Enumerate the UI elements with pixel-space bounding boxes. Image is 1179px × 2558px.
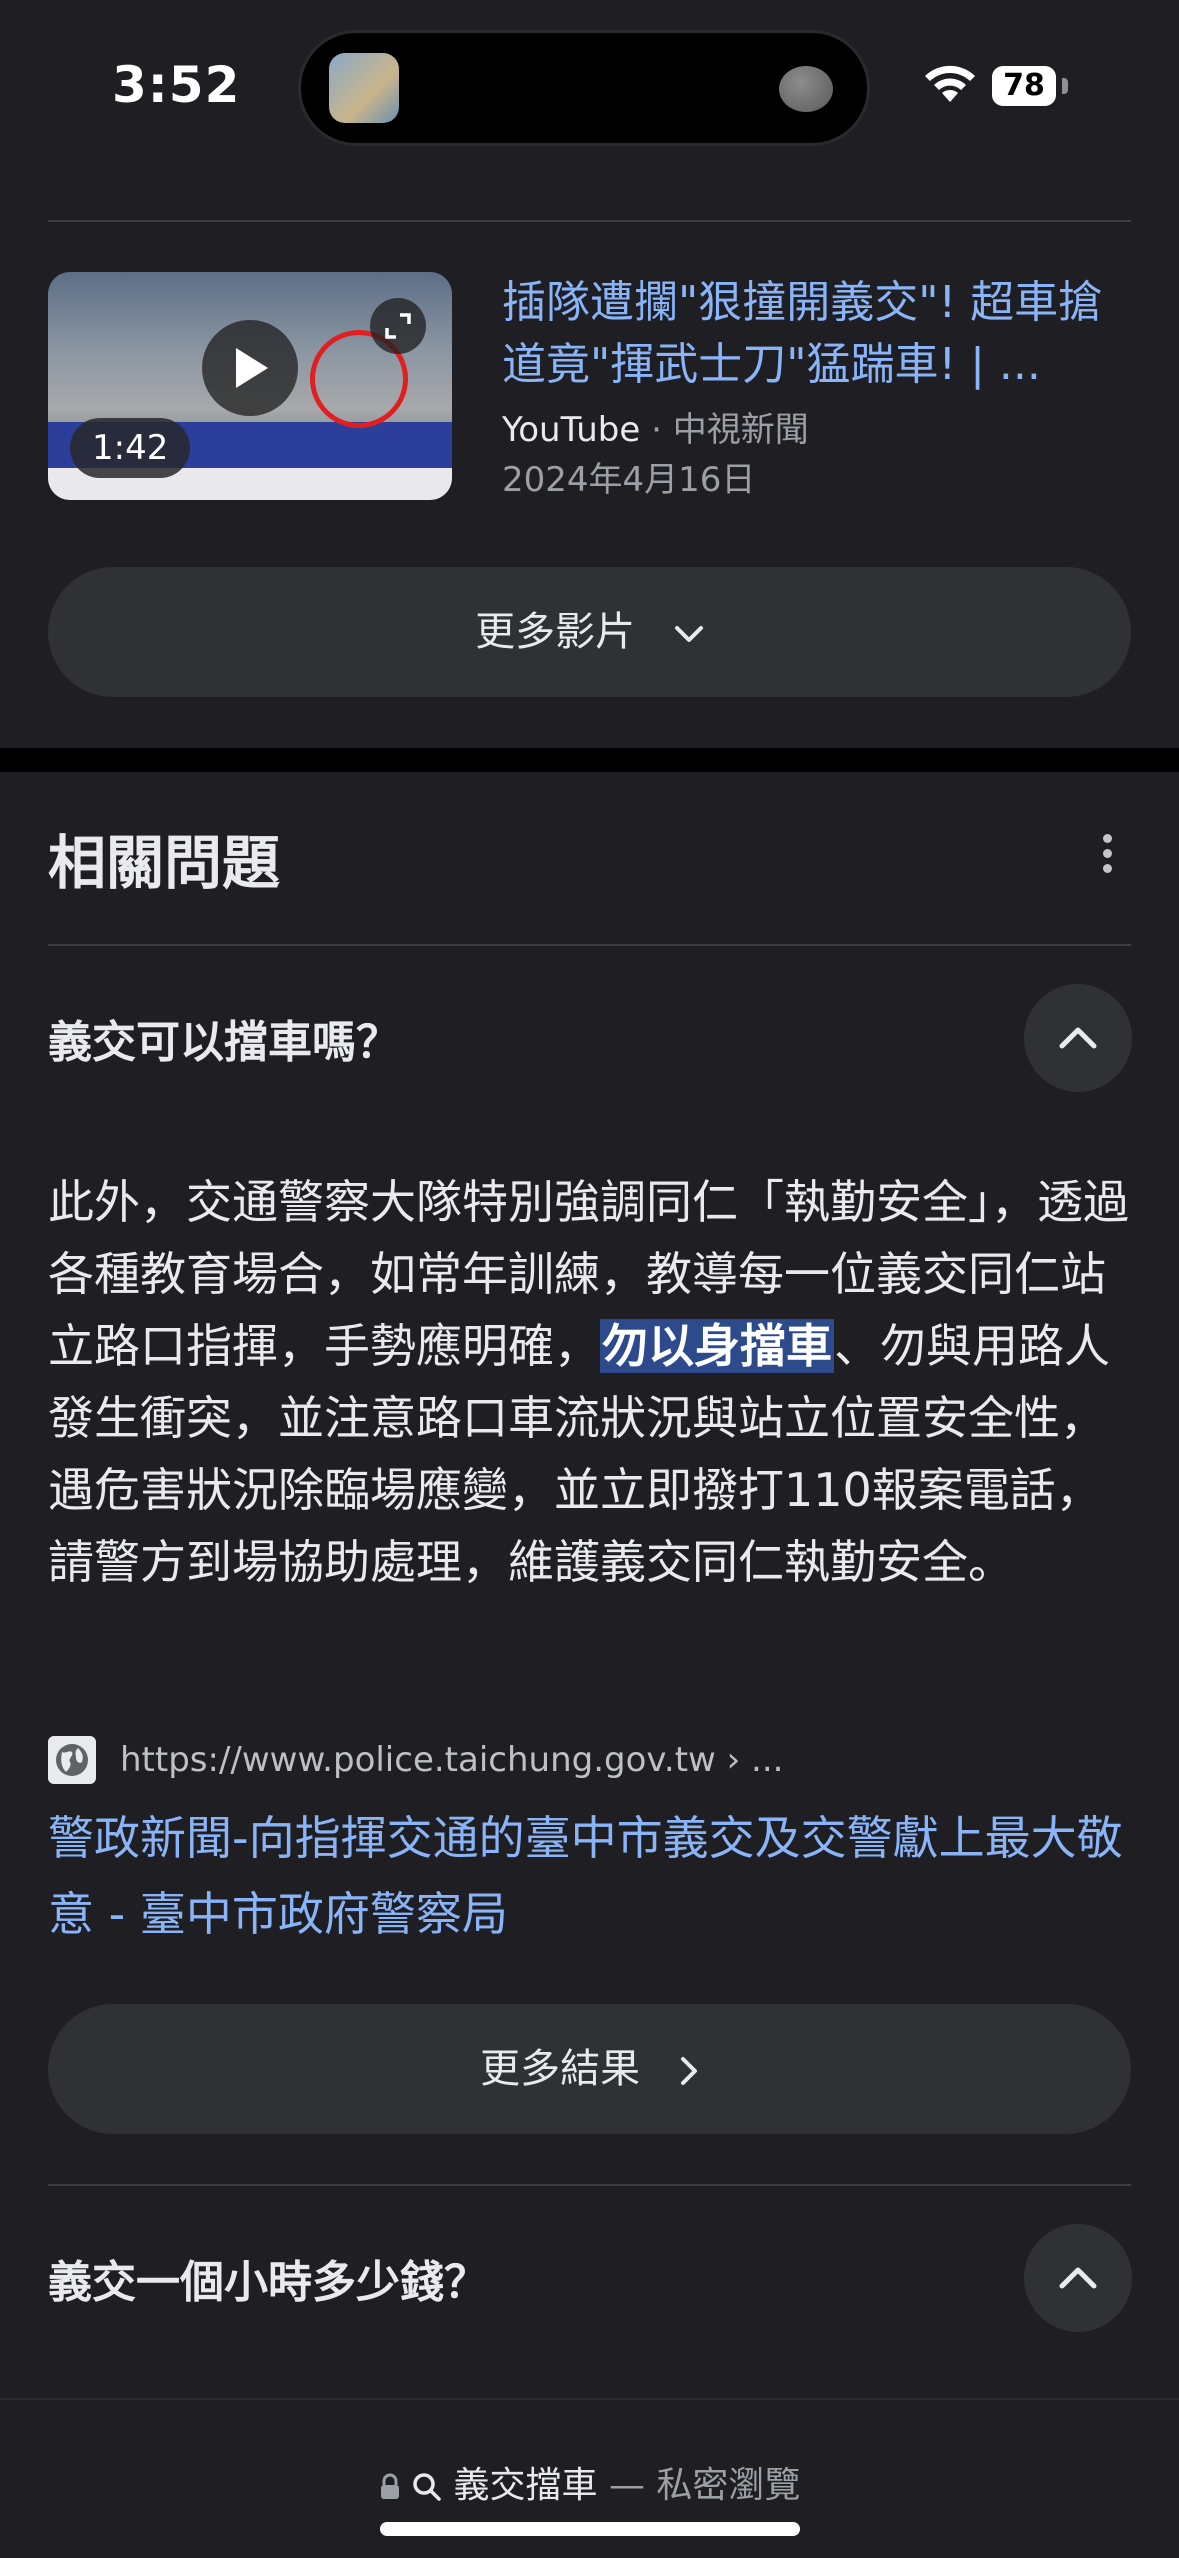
more-results-button[interactable]: 更多結果: [48, 2004, 1131, 2134]
play-icon: [236, 348, 268, 388]
search-query: 義交擋車: [453, 2465, 598, 2506]
status-bar: 3:52 78: [0, 0, 1179, 175]
source-title-link[interactable]: 警政新聞-向指揮交通的臺中市義交及交警獻上最大敬意 - 臺中市政府警察局: [48, 1800, 1138, 1952]
video-duration: 1:42: [70, 418, 191, 478]
search-icon: [413, 2473, 441, 2501]
question-2[interactable]: 義交一個小時多少錢？: [48, 2246, 488, 2310]
chevron-down-icon: [674, 626, 703, 642]
video-channel: 中視新聞: [672, 410, 809, 450]
question-1[interactable]: 義交可以擋車嗎？: [48, 1006, 400, 1070]
now-playing-thumbnail: [329, 53, 399, 123]
address-bar[interactable]: 義交擋車 — 私密瀏覽: [0, 2398, 1179, 2558]
collapse-question-2-button[interactable]: [1024, 2224, 1132, 2332]
chevron-right-icon: [680, 2057, 697, 2085]
divider: [48, 944, 1131, 946]
globe-icon: [48, 1736, 96, 1784]
home-indicator[interactable]: [380, 2522, 800, 2536]
camera-icon: [779, 66, 833, 112]
video-meta: YouTube · 中視新聞: [502, 402, 809, 451]
answer-highlight: 勿以身擋車: [600, 1319, 834, 1373]
collapse-question-1-button[interactable]: [1024, 984, 1132, 1092]
video-thumbnail[interactable]: 1:42: [48, 272, 452, 500]
play-button[interactable]: [202, 320, 298, 416]
lock-icon: [380, 2473, 399, 2499]
mode-separator: —: [597, 2465, 657, 2506]
divider: [48, 220, 1131, 222]
expand-icon: [385, 313, 411, 339]
expand-button[interactable]: [370, 298, 426, 354]
wifi-icon: [925, 65, 975, 102]
more-videos-button[interactable]: 更多影片: [48, 567, 1131, 697]
battery-nub: [1062, 78, 1068, 94]
more-results-label: 更多結果: [480, 2046, 641, 2092]
divider: [48, 2184, 1131, 2186]
answer-source[interactable]: https://www.police.taichung.gov.tw › ...: [48, 1736, 1131, 1786]
chevron-up-icon: [1059, 1027, 1097, 1049]
private-browsing-label: 私密瀏覽: [656, 2465, 801, 2506]
related-questions-title: 相關問題: [48, 829, 281, 897]
more-options-icon[interactable]: [1100, 834, 1114, 874]
video-title-link[interactable]: 插隊遭攔"狠撞開義交"! 超車搶道竟"揮武士刀"猛踹車! | ...: [502, 272, 1131, 396]
address-bar-text[interactable]: 義交擋車 — 私密瀏覽: [0, 2456, 1179, 2508]
more-videos-label: 更多影片: [475, 609, 636, 655]
chevron-up-icon: [1059, 2267, 1097, 2289]
video-date: 2024年4月16日: [502, 460, 756, 500]
meta-separator: ·: [640, 410, 673, 450]
answer-text: 此外，交通警察大隊特別強調同仁「執勤安全」，透過各種教育場合，如常年訓練，教導每…: [48, 1166, 1138, 1598]
status-time: 3:52: [112, 56, 241, 114]
source-url: https://www.police.taichung.gov.tw › ...: [120, 1740, 784, 1780]
video-result[interactable]: 1:42 插隊遭攔"狠撞開義交"! 超車搶道竟"揮武士刀"猛踹車! | ... …: [48, 272, 1131, 502]
section-separator: [0, 748, 1179, 772]
battery-indicator: 78: [992, 66, 1056, 106]
dynamic-island[interactable]: [298, 30, 870, 146]
video-source: YouTube: [502, 410, 641, 450]
